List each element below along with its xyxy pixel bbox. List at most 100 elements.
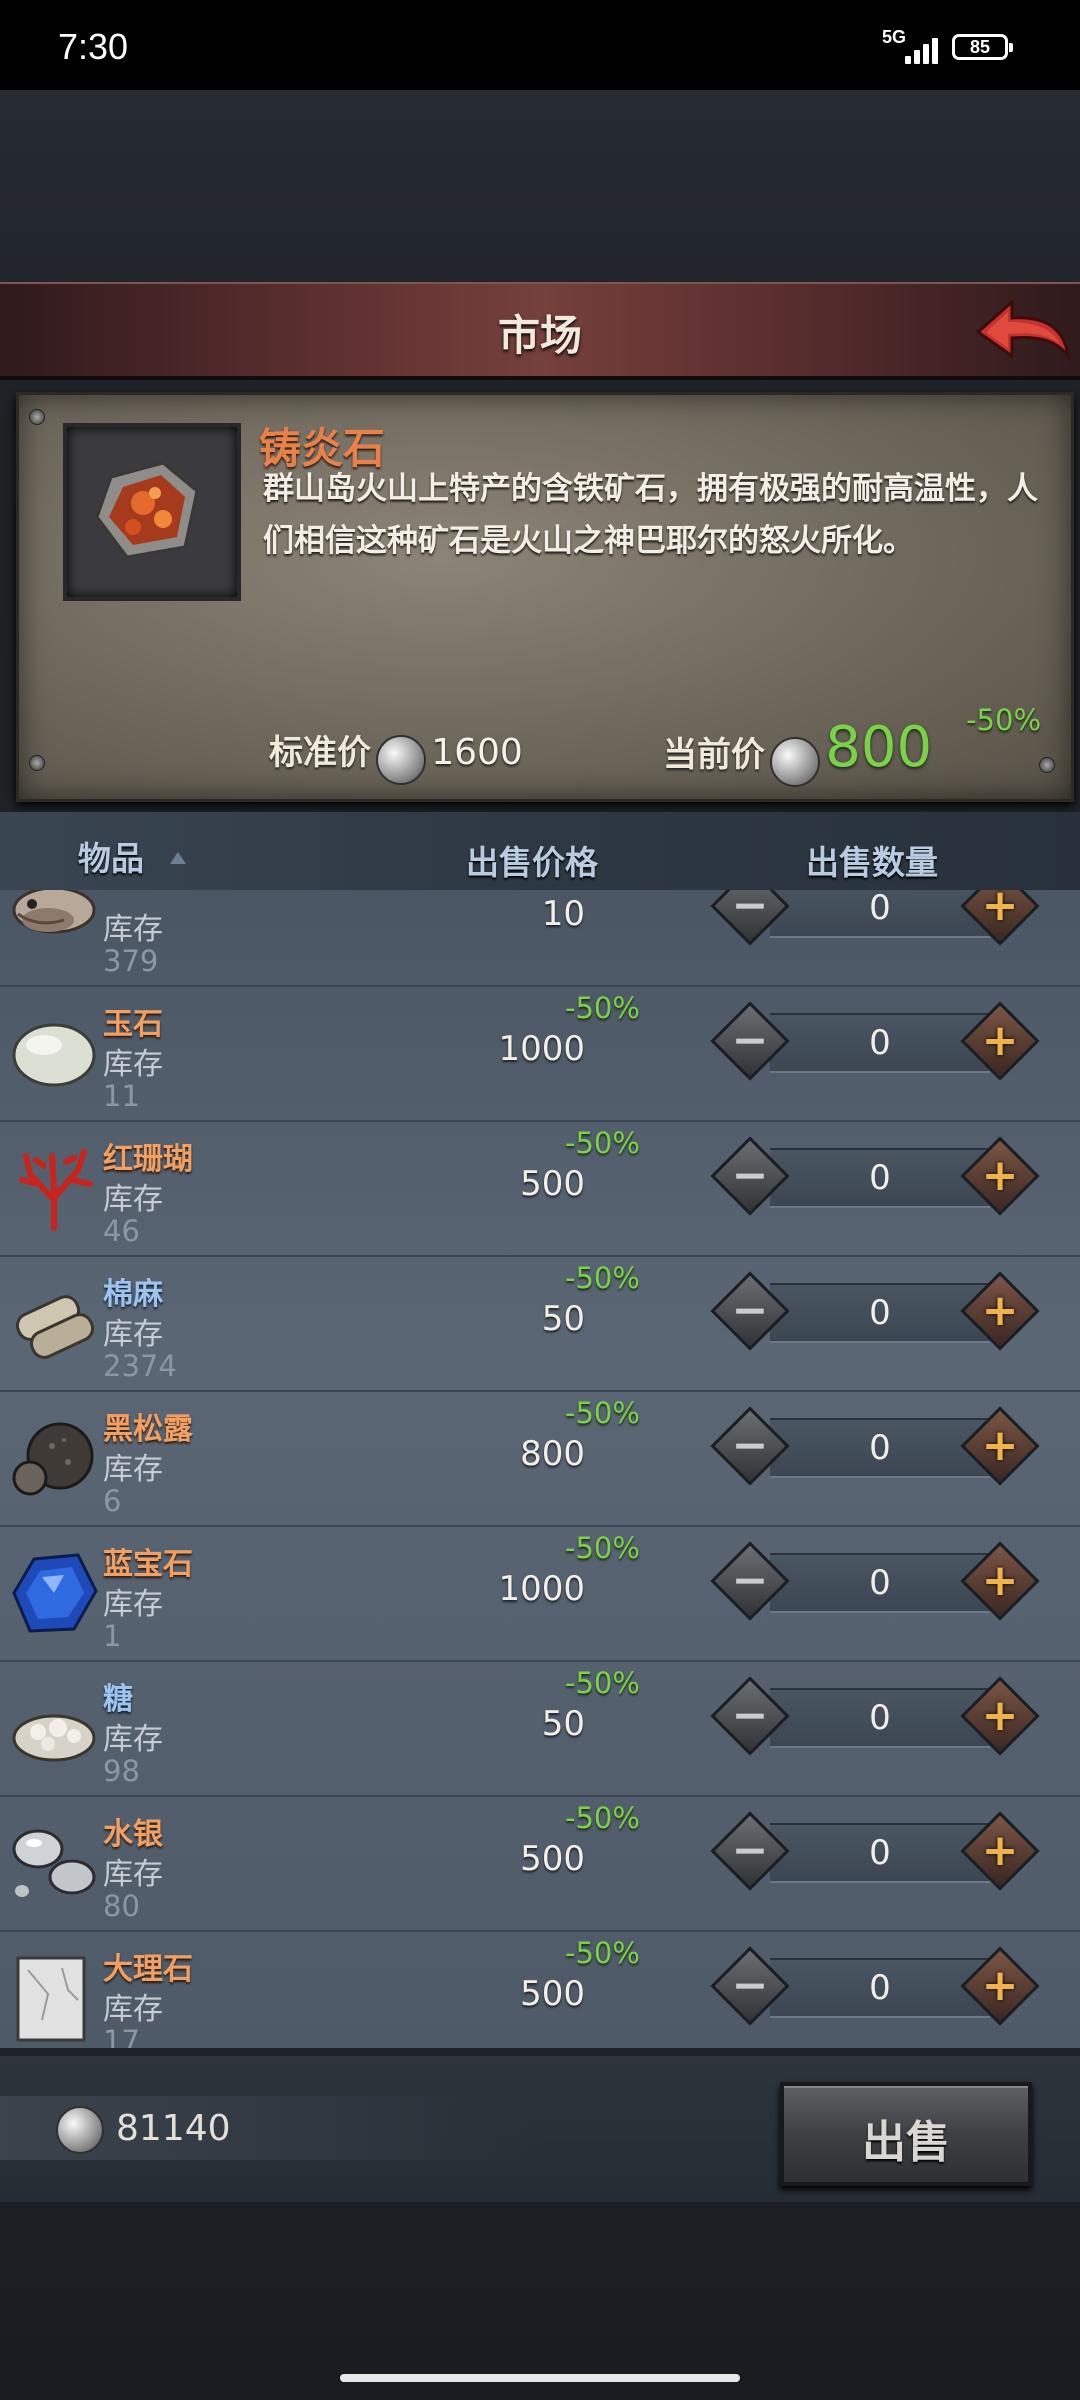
plus-icon: + [981,1150,1019,1201]
money-amount: 81140 [116,2108,231,2149]
plus-icon: + [981,1420,1019,1471]
decrease-button[interactable]: − [710,1001,790,1081]
list-item[interactable]: 玉石 库存 11 -50% 1000 0 − + [0,985,1080,1122]
column-item[interactable]: 物品 [78,832,144,880]
fish-icon [12,890,96,934]
list-item[interactable]: 棉麻 库存 2374 -50% 50 0 − + [0,1255,1080,1392]
sell-button-label: 出售 [862,2117,950,2168]
network-type: 5G [882,27,907,47]
discount-badge: -50% [565,1126,640,1160]
decrease-button[interactable]: − [710,1271,790,1351]
item-detail-panel: 铸炎石 群山岛火山上特产的含铁矿石，拥有极强的耐高温性，人们相信这种矿石是火山之… [16,392,1074,802]
quantity-value: 0 [869,1563,891,1603]
quantity-value: 0 [869,1158,891,1198]
decrease-button[interactable]: − [710,890,790,946]
list-item[interactable]: 黑松露库存 6 -50% 800 0 − + [0,1390,1080,1527]
item-name: 棉麻 [103,1277,163,1312]
battery-icon: 85 [952,34,1013,60]
discount-badge: -50% [565,1396,640,1430]
discount-badge: -50% [565,1936,640,1970]
increase-button[interactable]: + [960,1946,1040,2026]
current-price-discount: -50% [966,703,1041,737]
quantity-field[interactable]: 0 [770,1283,990,1343]
increase-button[interactable]: + [960,1811,1040,1891]
increase-button[interactable]: + [960,890,1040,946]
minus-icon: − [731,1015,769,1066]
quantity-value: 0 [869,890,891,928]
stock-label: 库存 [103,1587,163,1622]
decrease-button[interactable]: − [710,1811,790,1891]
quantity-field[interactable]: 0 [770,1688,990,1748]
sell-price: 800 [520,1434,585,1474]
increase-button[interactable]: + [960,1271,1040,1351]
stock-label: 库存 [103,912,163,947]
increase-button[interactable]: + [960,1541,1040,1621]
quantity-field[interactable]: 0 [770,890,990,938]
sell-price: 500 [520,1974,585,2014]
item-image-frame [63,423,241,601]
quantity-field[interactable]: 0 [770,1418,990,1478]
plus-icon: + [981,1960,1019,2011]
stock-count: 98 [103,1754,140,1788]
home-indicator[interactable] [340,2374,740,2382]
decrease-button[interactable]: − [710,1541,790,1621]
stock-count: 17 [103,2024,140,2048]
silver-coin-icon [770,736,821,787]
stock-count: 379 [103,944,159,978]
back-button[interactable] [972,294,1072,366]
stock-count: 80 [103,1889,140,1923]
decrease-button[interactable]: − [710,1676,790,1756]
quantity-field[interactable]: 0 [770,1823,990,1883]
standard-price-value: 1600 [431,732,523,773]
stock-count: 6 [103,1484,122,1518]
sell-button[interactable]: 出售 [780,2082,1032,2186]
list-item[interactable]: 库存379-50%100−+ [0,890,1080,987]
column-sell-quantity: 出售数量 [806,843,938,882]
list-item[interactable]: 红珊瑚 库存 46 -50% 500 0 − + [0,1120,1080,1257]
stock-label: 库存 [103,1452,163,1487]
sort-arrow-icon[interactable] [170,852,186,864]
minus-icon: − [731,1825,769,1876]
increase-button[interactable]: + [960,1406,1040,1486]
page-title: 市场 [497,311,582,360]
sell-price: 1000 [498,1569,585,1609]
marble-icon [16,1956,86,2042]
quantity-value: 0 [869,1293,891,1333]
status-bar: 7:30 5G 85 [0,0,1080,90]
decrease-button[interactable]: − [710,1406,790,1486]
stock-count: 1 [103,1619,122,1653]
standard-price-label: 标准价 [269,733,371,773]
decrease-button[interactable]: − [710,1136,790,1216]
minus-icon: − [731,1960,769,2011]
plus-icon: + [981,1015,1019,1066]
item-description: 群山岛火山上特产的含铁矿石，拥有极强的耐高温性，人们相信这种矿石是火山之神巴耶尔… [263,471,1038,559]
minus-icon: − [731,890,769,931]
footer-bar: 81140 出售 [0,2056,1080,2202]
list-item[interactable]: 水银 库存 80 -50% 500 0 − + [0,1795,1080,1932]
plus-icon: + [981,1825,1019,1876]
back-arrow-icon [975,298,1071,362]
item-name: 黑松露 [103,1412,193,1447]
increase-button[interactable]: + [960,1676,1040,1756]
list-item[interactable]: 蓝宝石 库存 1 -50% 1000 0 − + [0,1525,1080,1662]
decrease-button[interactable]: − [710,1946,790,2026]
discount-badge: -50% [565,1666,640,1700]
quantity-field[interactable]: 0 [770,1958,990,2018]
item-list[interactable]: 库存379-50%100−+玉石库存11-50%10000−+红珊瑚库存46-5… [0,890,1080,2048]
increase-button[interactable]: + [960,1001,1040,1081]
item-name: 蓝宝石 [103,1547,193,1582]
plus-icon: + [981,890,1019,931]
list-item[interactable]: 糖库存 98 -50% 50 0 − + [0,1660,1080,1797]
quantity-value: 0 [869,1698,891,1738]
quantity-field[interactable]: 0 [770,1553,990,1613]
quantity-field[interactable]: 0 [770,1148,990,1208]
list-item[interactable]: 大理石 库存 17 -50% 500 0 − + [0,1930,1080,2048]
rivet-icon [29,755,45,771]
sell-price: 500 [520,1839,585,1879]
silver-coin-icon [56,2106,104,2154]
quantity-field[interactable]: 0 [770,1013,990,1073]
jade-icon [12,1023,96,1087]
stock-count: 2374 [103,1349,177,1383]
plus-icon: + [981,1285,1019,1336]
increase-button[interactable]: + [960,1136,1040,1216]
